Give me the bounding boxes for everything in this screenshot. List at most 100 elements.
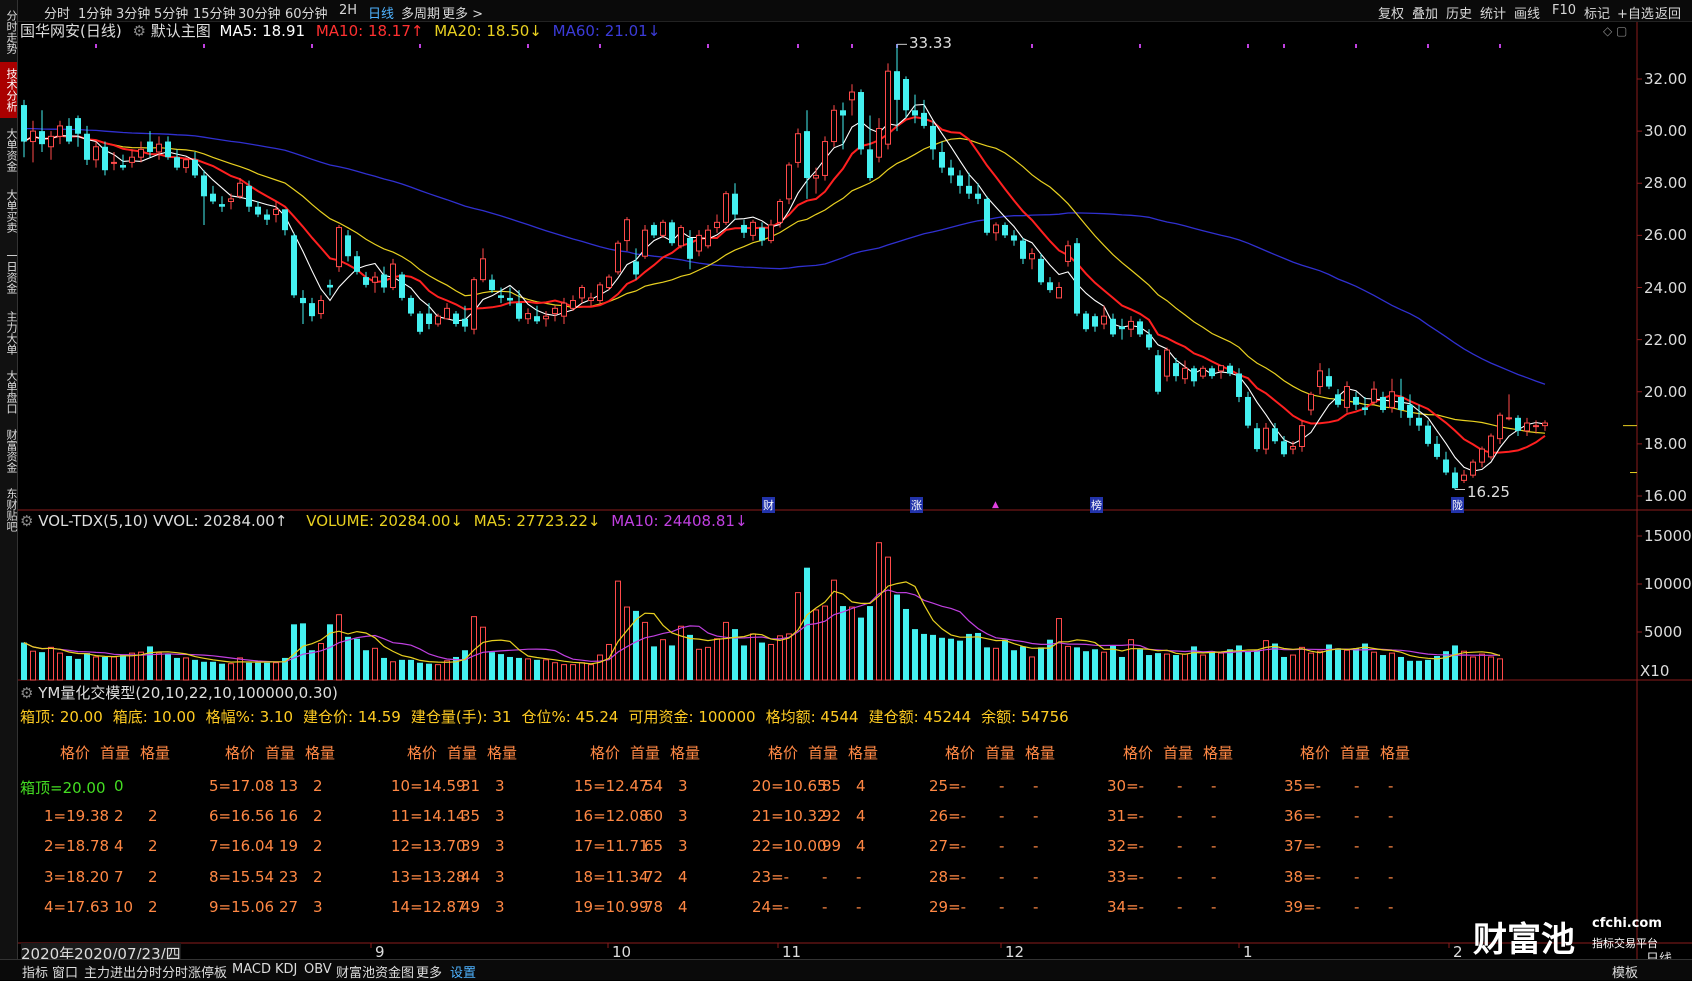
candle[interactable] — [345, 235, 351, 257]
candle[interactable] — [498, 295, 504, 298]
candle[interactable] — [291, 235, 297, 296]
candle[interactable] — [192, 159, 198, 176]
candle[interactable] — [966, 185, 972, 194]
candle[interactable] — [39, 131, 45, 145]
candle[interactable] — [1389, 391, 1395, 408]
candle[interactable] — [381, 274, 387, 288]
sidebar-tab-4[interactable]: 一日资金 — [0, 244, 18, 300]
candle[interactable] — [786, 164, 792, 200]
candle[interactable] — [1110, 318, 1116, 335]
candle[interactable] — [876, 128, 882, 158]
candle[interactable] — [705, 229, 711, 247]
candle[interactable] — [1434, 443, 1440, 457]
candle[interactable] — [1362, 407, 1368, 410]
candle[interactable] — [1020, 240, 1026, 259]
candle[interactable] — [624, 219, 630, 242]
candle[interactable] — [768, 224, 774, 242]
candle[interactable] — [795, 133, 801, 163]
candle[interactable] — [1074, 243, 1080, 314]
candle[interactable] — [363, 277, 369, 285]
candle[interactable] — [507, 297, 513, 301]
event-marker[interactable]: 陇 — [1451, 497, 1464, 513]
candle[interactable] — [435, 315, 441, 325]
candle[interactable] — [1479, 448, 1485, 463]
bottom-tab-2[interactable]: 主力进出分时 — [84, 962, 162, 981]
candle[interactable] — [1380, 396, 1386, 410]
candle[interactable] — [1344, 386, 1350, 408]
candle[interactable] — [255, 206, 261, 215]
candle[interactable] — [579, 287, 585, 299]
candle[interactable] — [417, 313, 423, 332]
sidebar-tab-7[interactable]: 财富资金 — [0, 423, 18, 479]
bottom-tab-3[interactable]: 分时涨停板 — [162, 962, 227, 981]
candle[interactable] — [1407, 404, 1413, 418]
candle[interactable] — [21, 105, 27, 142]
toolbar-3[interactable]: 统计 — [1480, 3, 1506, 22]
candle[interactable] — [1371, 388, 1377, 403]
candle[interactable] — [138, 148, 144, 158]
candle[interactable] — [1524, 422, 1530, 432]
candle[interactable] — [597, 284, 603, 302]
candle[interactable] — [1542, 422, 1548, 427]
candle[interactable] — [219, 204, 225, 207]
candle[interactable] — [75, 118, 81, 134]
candle[interactable] — [1065, 245, 1071, 262]
candle[interactable] — [1335, 394, 1341, 405]
toolbar-7[interactable]: +自选 — [1617, 3, 1654, 22]
candle[interactable] — [534, 316, 540, 322]
candle[interactable] — [1326, 376, 1332, 387]
candle[interactable] — [147, 141, 153, 152]
sidebar-tab-2[interactable]: 大单资金 — [0, 122, 18, 178]
candle[interactable] — [1488, 435, 1494, 458]
candle[interactable] — [840, 110, 846, 116]
candle[interactable] — [1200, 367, 1206, 377]
candle[interactable] — [606, 276, 612, 289]
candle[interactable] — [426, 313, 432, 324]
candle[interactable] — [516, 303, 522, 319]
candle[interactable] — [408, 297, 414, 314]
candle[interactable] — [543, 315, 549, 320]
candle[interactable] — [957, 175, 963, 186]
candle[interactable] — [462, 318, 468, 327]
candle[interactable] — [1011, 235, 1017, 241]
candle[interactable] — [1137, 321, 1143, 335]
candle[interactable] — [921, 112, 927, 126]
candle[interactable] — [1398, 396, 1404, 410]
candle[interactable] — [912, 110, 918, 116]
event-marker[interactable]: 财 — [762, 497, 775, 513]
bottom-tab-8[interactable]: 更多 — [416, 962, 442, 981]
candle[interactable] — [1038, 258, 1044, 283]
candle[interactable] — [1101, 315, 1107, 325]
candle[interactable] — [102, 146, 108, 171]
settings-icon[interactable]: ⚙ — [133, 22, 146, 40]
candle[interactable] — [867, 149, 873, 179]
candle[interactable] — [201, 175, 207, 197]
candle[interactable] — [1317, 370, 1323, 388]
candle[interactable] — [246, 185, 252, 207]
candle[interactable] — [723, 193, 729, 223]
candle[interactable] — [741, 224, 747, 233]
candle[interactable] — [1119, 326, 1125, 330]
candle[interactable] — [1029, 253, 1035, 260]
candle[interactable] — [273, 208, 279, 216]
candle[interactable] — [1218, 365, 1224, 372]
candle[interactable] — [552, 307, 558, 315]
candle[interactable] — [1290, 445, 1296, 450]
candle[interactable] — [885, 70, 891, 145]
stock-name[interactable]: 国华网安(日线) — [20, 22, 122, 40]
toolbar-6[interactable]: 标记 — [1584, 3, 1610, 22]
toolbar-8[interactable]: 返回 — [1655, 3, 1681, 22]
candle[interactable] — [1182, 367, 1188, 380]
candle[interactable] — [1155, 355, 1161, 392]
candle[interactable] — [1515, 417, 1521, 431]
volume-indicator-title[interactable]: VOL-TDX(5,10) VVOL: 20284.00↑ — [38, 512, 287, 530]
main-chart-name[interactable]: 默认主图 — [151, 22, 211, 40]
candle[interactable] — [165, 141, 171, 158]
candle[interactable] — [1056, 287, 1062, 299]
candle[interactable] — [120, 165, 126, 168]
candle[interactable] — [156, 143, 162, 153]
event-marker[interactable]: 榜 — [1090, 497, 1103, 513]
candle[interactable] — [1470, 461, 1476, 476]
candle[interactable] — [93, 146, 99, 161]
candle[interactable] — [570, 300, 576, 309]
